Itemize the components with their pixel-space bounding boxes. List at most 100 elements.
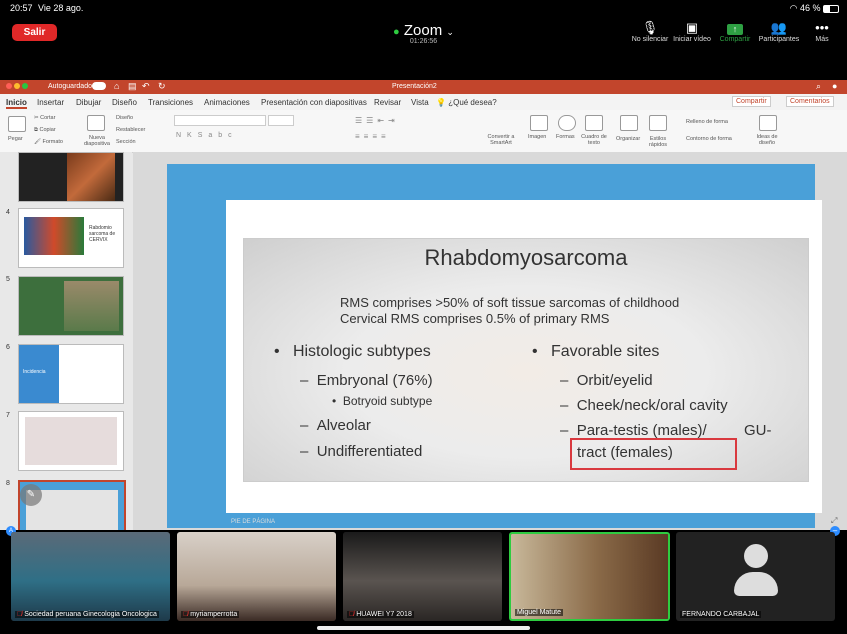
participant-name: FERNANDO CARBAJAL (680, 611, 762, 618)
paste-icon[interactable] (8, 116, 26, 132)
powerpoint-titlebar: Autoguardado ⌂ ▤ ↶ ↻ Presentación2 ⌕ ● (0, 80, 847, 94)
expand-icon[interactable]: ⤢ (831, 516, 837, 526)
more-button[interactable]: ••• Más (796, 20, 847, 43)
shape-outline-button[interactable]: Contorno de forma (686, 136, 732, 142)
participant-name: 🎙̸ HUAWEI Y7 2018 (347, 611, 414, 618)
right-item-continuation: GU- (744, 422, 772, 439)
quick-styles-label: Estilos rápidos (648, 136, 668, 148)
comments-button[interactable]: Comentarios (786, 96, 834, 107)
thumb-number: 7 (6, 412, 10, 419)
font-family-select[interactable] (174, 115, 266, 126)
tab-presentacion[interactable]: Presentación con diapositivas (261, 98, 367, 107)
slide-image[interactable]: Rhabdomyosarcoma RMS comprises >50% of s… (243, 238, 809, 482)
tab-diseno[interactable]: Diseño (112, 98, 137, 107)
thumb-number: 5 (6, 276, 10, 283)
thumbnail-slide-7[interactable] (18, 411, 124, 471)
left-item: – Embryonal (76%) (300, 372, 433, 389)
participant-name: Miguel Matute (515, 609, 563, 616)
design-ideas-icon[interactable] (759, 115, 777, 131)
account-icon[interactable]: ● (832, 81, 837, 91)
shape-fill-button[interactable]: Relleno de forma (686, 119, 728, 125)
participant-tile[interactable]: 🎙̸ HUAWEI Y7 2018 (343, 532, 502, 621)
redo-icon[interactable]: ↻ (158, 81, 166, 92)
wifi-icon: ◠ (789, 3, 798, 13)
thumbnail-slide-3[interactable] (18, 152, 124, 202)
thumb-text: Rabdomio sarcoma de CERVIX (89, 225, 116, 243)
cut-button[interactable]: ✂ Cortar (34, 115, 55, 121)
lightbulb-icon: 💡 (436, 98, 446, 107)
ribbon-tabs: Inicio Insertar Dibujar Diseño Transicio… (0, 94, 847, 110)
align-buttons[interactable]: ≡≡≡≡ (355, 132, 390, 141)
tab-animaciones[interactable]: Animaciones (204, 98, 250, 107)
arrange-icon[interactable] (620, 115, 638, 131)
slide-thumbnails: 4 Rabdomio sarcoma de CERVIX 5 6 Inciden… (0, 152, 132, 530)
text-box-icon[interactable] (585, 115, 603, 131)
participant-tile[interactable]: 🎙̸ myriamperrotta (177, 532, 336, 621)
tab-inicio[interactable]: Inicio (6, 98, 27, 109)
thumbnail-slide-6[interactable]: Incidencia (18, 344, 124, 404)
home-indicator[interactable] (317, 626, 530, 630)
battery-indicator: ◠ 46 % (790, 3, 839, 14)
window-controls[interactable] (6, 83, 28, 91)
slide-footer: PIE DE PÁGINA (231, 519, 276, 525)
thumbnail-slide-5[interactable] (18, 276, 124, 336)
thumbnail-slide-4[interactable]: Rabdomio sarcoma de CERVIX (18, 208, 124, 268)
save-icon[interactable]: ▤ (128, 81, 137, 92)
list-buttons[interactable]: ☰☰⇤⇥ (355, 116, 399, 125)
undo-icon[interactable]: ↶ (142, 81, 150, 92)
image-icon[interactable] (530, 115, 548, 131)
participant-tile-active-speaker[interactable]: Miguel Matute (509, 532, 670, 621)
tab-vista[interactable]: Vista (411, 98, 429, 107)
layout-button[interactable]: Diseño (116, 115, 133, 121)
convert-smartart-button[interactable]: Convertir a SmartArt (484, 134, 518, 146)
chevron-down-icon: ⌄ (446, 27, 454, 37)
participant-tile[interactable]: FERNANDO CARBAJAL (676, 532, 835, 621)
microphone-muted-icon: 🎙̸ (17, 611, 23, 618)
microphone-muted-icon: 🎙̸ (349, 611, 355, 618)
reset-button[interactable]: Restablecer (116, 127, 145, 133)
app-name: Zoom (403, 22, 443, 39)
share-document-button[interactable]: Compartir (732, 96, 771, 107)
thumb-number: 6 (6, 344, 10, 351)
left-subitem: • Botryoid subtype (332, 394, 433, 408)
thumb-text: Incidencia (23, 369, 46, 375)
left-bullet: • Histologic subtypes (274, 343, 431, 360)
home-icon[interactable]: ⌂ (114, 81, 119, 91)
tab-revisar[interactable]: Revisar (374, 98, 401, 107)
participant-name: 🎙̸ myriamperrotta (181, 611, 240, 618)
slide-canvas[interactable]: Rhabdomyosarcoma RMS comprises >50% of s… (167, 164, 822, 528)
slide-stat: Cervical RMS comprises 0.5% of primary R… (340, 311, 610, 326)
right-bullet: • Favorable sites (532, 343, 660, 360)
thumb-number: 4 (6, 209, 10, 216)
text-box-label: Cuadro de texto (581, 134, 607, 146)
shapes-icon[interactable] (558, 115, 576, 131)
tab-transiciones[interactable]: Transiciones (148, 98, 193, 107)
tab-dibujar[interactable]: Dibujar (76, 98, 101, 107)
participant-tile[interactable]: 🎙̸ Sociedad peruana Ginecologia Oncologi… (11, 532, 170, 621)
right-item: – Cheek/neck/oral cavity (560, 397, 728, 414)
autosave-toggle[interactable] (92, 82, 106, 90)
tell-me-search[interactable]: 💡 ¿Qué desea? (436, 98, 497, 107)
more-icon: ••• (815, 20, 829, 35)
participant-name: 🎙̸ Sociedad peruana Ginecologia Oncologi… (15, 611, 159, 618)
section-button[interactable]: Sección (116, 139, 136, 145)
thumb-number: 8 (6, 480, 10, 487)
annotate-pen-icon[interactable]: ✎ (20, 484, 42, 506)
status-date: Vie 28 ago. (38, 3, 84, 13)
left-item: – Undifferentiated (300, 443, 423, 460)
ribbon-toolbar: Pegar ✂ Cortar ⧉ Copiar 🖌 Formato Nueva … (0, 110, 847, 153)
format-painter-button[interactable]: 🖌 Formato (34, 139, 63, 145)
avatar-body-icon (734, 572, 778, 596)
copy-button[interactable]: ⧉ Copiar (34, 127, 56, 134)
new-slide-icon[interactable] (87, 115, 105, 131)
font-size-select[interactable] (268, 115, 294, 126)
search-icon[interactable]: ⌕ (816, 81, 821, 92)
status-bar: 20:57 Vie 28 ago. ◠ 46 % (0, 0, 847, 16)
left-item: – Alveolar (300, 417, 371, 434)
tab-insertar[interactable]: Insertar (37, 98, 64, 107)
slide-title: Rhabdomyosarcoma (424, 245, 628, 270)
slide-editor: Rhabdomyosarcoma RMS comprises >50% of s… (133, 152, 847, 530)
font-style-buttons[interactable]: NKSabc (176, 132, 238, 139)
quick-styles-icon[interactable] (649, 115, 667, 131)
shared-screen: Autoguardado ⌂ ▤ ↶ ↻ Presentación2 ⌕ ● I… (0, 80, 847, 530)
